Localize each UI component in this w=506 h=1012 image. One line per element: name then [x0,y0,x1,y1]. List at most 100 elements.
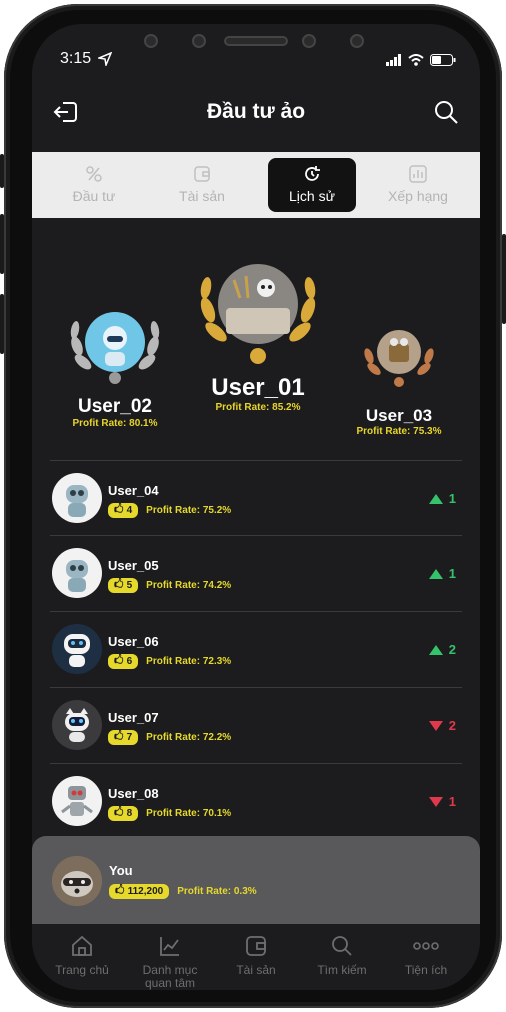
nav-home[interactable]: Trang chủ [42,934,122,977]
avatar [52,473,102,523]
user-meta: 🖒 4 Profit Rate: 75.2% [108,503,231,518]
home-icon [72,935,92,956]
rank-value: 112,200 [127,886,164,897]
podium-second-rate: Profit Rate: 80.1% [72,418,158,429]
more-icon [413,942,439,950]
raccoon-avatar-icon [52,856,102,906]
ranking-list: User_04 🖒 4 Profit Rate: 75.2% 1 User_05… [50,460,462,840]
avatar [52,624,102,674]
battery-icon [430,54,456,66]
history-icon [305,166,320,181]
user-name: User_07 [108,710,159,725]
list-item[interactable]: User_07 🖒 7 Profit Rate: 72.2% 2 [50,688,462,764]
volume-down-button [0,294,4,354]
triangle-up-icon [428,644,443,655]
list-item[interactable]: User_08 🖒 8 Profit Rate: 70.1% 1 [50,764,462,840]
rank-change-down: 2 [428,718,456,733]
user-meta: 🖒 8 Profit Rate: 70.1% [108,806,231,821]
profit-rate: Profit Rate: 72.3% [146,656,232,667]
profit-rate: Profit Rate: 74.2% [146,580,232,591]
tab-history[interactable]: Lịch sử [268,158,356,212]
signal-icon [386,54,401,66]
user-name: User_04 [108,483,159,498]
thumbs-up-icon: 🖒 [114,655,124,666]
search-icon[interactable] [432,98,460,126]
avatar [52,776,102,826]
thumbs-up-icon: 🖒 [114,579,124,590]
app-header: Đầu tư ảo [32,94,480,134]
avatar [52,856,102,906]
user-name: User_06 [108,634,159,649]
rank-change-down: 1 [428,794,456,809]
rank-change-value: 2 [448,718,456,733]
sensor-dot [302,34,316,48]
list-item[interactable]: User_06 🖒 6 Profit Rate: 72.3% 2 [50,612,462,688]
user-name: User_05 [108,558,159,573]
triangle-down-icon [428,720,443,731]
rank-badge: 🖒 112,200 [109,884,170,899]
nav-utilities[interactable]: Tiện ích [386,934,466,977]
tab-bar: Đầu tư Tài sản Lịch sử Xếp hạng [32,152,480,218]
list-item[interactable]: User_05 🖒 5 Profit Rate: 74.2% 1 [50,536,462,612]
mute-switch [0,154,4,188]
triangle-up-icon [428,568,443,579]
triangle-down-icon [428,796,443,807]
rank-value: 4 [126,505,133,516]
thumbs-up-icon: 🖒 [115,885,125,896]
nav-utilities-label: Tiện ích [404,963,448,977]
page-title: Đầu tư ảo [206,100,306,123]
podium-second[interactable]: User_02 Profit Rate: 80.1% [60,306,170,429]
tab-ranking[interactable]: Xếp hạng [374,158,462,212]
status-icons [386,54,456,66]
location-icon [98,52,112,66]
speaker [224,36,288,46]
podium-first[interactable]: User_01 Profit Rate: 85.2% [188,258,328,413]
rank-change-value: 1 [448,566,456,581]
rank-value: 7 [126,732,133,743]
invest-icon [86,166,102,182]
podium-third-rate: Profit Rate: 75.3% [356,426,442,437]
robot-avatar-icon [66,485,88,517]
robot-avatar-icon [65,708,89,742]
tab-invest-label: Đầu tư [72,188,116,204]
rank-change-up: 1 [428,491,456,506]
volume-up-button [0,214,4,274]
nav-assets-label: Tài sản [236,963,276,977]
nav-home-label: Trang chủ [55,963,109,977]
tab-assets[interactable]: Tài sản [158,158,246,212]
nav-assets[interactable]: Tài sản [216,934,296,977]
rank-badge: 🖒 8 [108,806,139,821]
rank-badge: 🖒 4 [108,503,139,518]
robot-avatar-icon [66,560,88,592]
rank-value: 5 [126,580,133,591]
user-name: You [109,863,133,878]
profit-rate: Profit Rate: 72.2% [146,732,232,743]
rank-value: 8 [126,808,133,819]
camera-dot [192,34,206,48]
avatar [52,700,102,750]
tab-invest[interactable]: Đầu tư [50,158,138,212]
bottom-nav: Trang chủ Danh mục quan tâm Tài sản Tìm … [32,924,480,990]
current-user-row[interactable]: You 🖒 112,200 Profit Rate: 0.3% [32,836,480,924]
search-icon [332,936,352,956]
rank-change-up: 2 [428,642,456,657]
avatar [52,548,102,598]
bronze-wreath [359,324,439,388]
rank-value: 6 [126,656,133,667]
robot-avatar-icon [64,634,90,667]
list-item[interactable]: User_04 🖒 4 Profit Rate: 75.2% 1 [50,460,462,536]
profit-rate: Profit Rate: 0.3% [177,886,257,897]
tab-ranking-label: Xếp hạng [388,188,448,204]
podium-second-name: User_02 [78,396,152,417]
nav-watchlist-label: Danh mục quan tâm [142,963,198,990]
nav-search[interactable]: Tìm kiếm [302,934,382,977]
rank-change-value: 1 [448,794,456,809]
thumbs-up-icon: 🖒 [114,731,124,742]
sensor-dot [350,34,364,48]
nav-watchlist[interactable]: Danh mục quan tâm [130,934,210,990]
podium-third-name: User_03 [365,406,433,425]
podium-third[interactable]: User_03 Profit Rate: 75.3% [344,324,454,437]
phone-frame: 3:15 Đầu tư ảo Đầu tư Tài sản Lịch sử Xế… [0,4,506,1008]
rank-badge: 🖒 5 [108,578,139,593]
silver-wreath [63,306,167,386]
